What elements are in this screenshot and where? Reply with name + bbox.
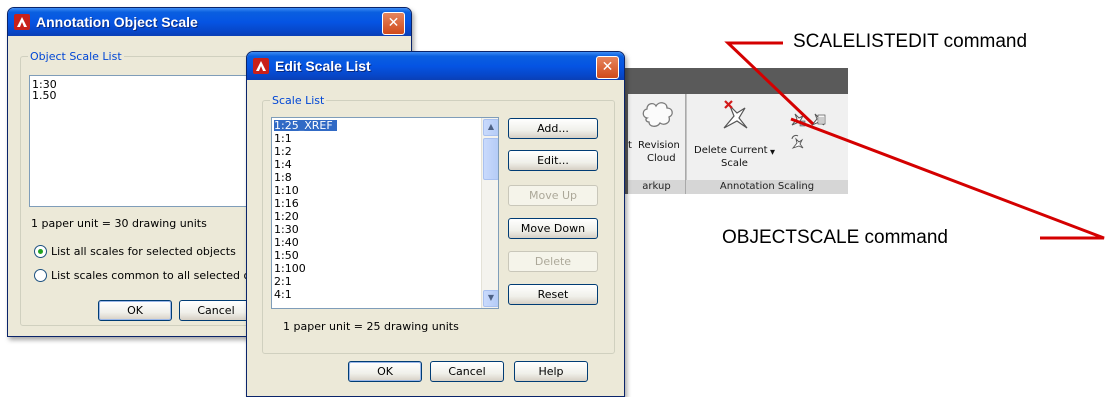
annotation-ok-button[interactable]: OK	[98, 300, 172, 321]
list-item[interactable]: 1:100	[274, 263, 306, 274]
objectscale-callout-label: OBJECTSCALE command	[722, 227, 948, 248]
list-item[interactable]: 1:50	[274, 250, 299, 261]
add-scale-button[interactable]: Add...	[508, 118, 598, 139]
scale-list-label: Scale List	[270, 94, 327, 107]
ribbon-face: t Revision Cloud arkup Delete Current ▾ …	[628, 94, 848, 194]
sync-scale-icon[interactable]	[790, 134, 806, 150]
delete-scale-icon[interactable]	[720, 98, 750, 132]
annotation-cancel-button[interactable]: Cancel	[179, 300, 253, 321]
list-all-scales-radio[interactable]	[34, 245, 47, 258]
autocad-app-icon	[253, 58, 269, 74]
list-item[interactable]: 1:4	[274, 159, 292, 170]
list-common-scales-radio[interactable]	[34, 269, 47, 282]
revision-cloud-label-1[interactable]: Revision	[638, 140, 680, 151]
edit-dialog-close-button[interactable]: ✕	[596, 56, 619, 79]
edit-scale-button[interactable]: Edit...	[508, 150, 598, 171]
list-all-scales-label[interactable]: List all scales for selected objects	[51, 245, 236, 258]
delete-scale-label-2[interactable]: Scale	[721, 158, 748, 169]
delete-scale-label-1[interactable]: Delete Current	[694, 145, 768, 156]
list-item[interactable]: 1.50	[32, 90, 57, 101]
objectscale-icon[interactable]	[790, 111, 806, 127]
list-item[interactable]: 1:16	[274, 198, 299, 209]
reset-button[interactable]: Reset	[508, 284, 598, 305]
edit-dialog-titlebar[interactable]: Edit Scale List ✕	[247, 52, 624, 80]
ribbon-separator	[686, 94, 687, 194]
scale-listbox[interactable]: 1:25_XREF 1:1 1:2 1:4 1:8 1:10 1:16 1:20…	[271, 117, 499, 309]
object-scale-listbox[interactable]: 1:30 1.50	[29, 75, 261, 207]
list-item[interactable]: 1:2	[274, 146, 292, 157]
edit-cancel-button[interactable]: Cancel	[430, 361, 504, 382]
list-item[interactable]: 1:10	[274, 185, 299, 196]
scalelistedit-callout-label: SCALELISTEDIT command	[793, 31, 1028, 52]
edit-unit-info: 1 paper unit = 25 drawing units	[283, 320, 459, 333]
edit-help-button[interactable]: Help	[514, 361, 588, 382]
move-up-button[interactable]: Move Up	[508, 185, 598, 206]
list-item[interactable]: 1:30	[274, 224, 299, 235]
delete-scale-button[interactable]: Delete	[508, 251, 598, 272]
edit-scale-list-dialog: Edit Scale List ✕ Scale List 1:25_XREF 1…	[246, 51, 625, 397]
annotation-unit-info: 1 paper unit = 30 drawing units	[31, 217, 207, 230]
revision-cloud-icon[interactable]	[641, 100, 675, 130]
list-item[interactable]: 1:1	[274, 133, 292, 144]
list-item[interactable]: 1:8	[274, 172, 292, 183]
annotation-dialog-close-button[interactable]: ✕	[382, 12, 405, 35]
list-item[interactable]: 4:1	[274, 289, 292, 300]
annotation-dialog-titlebar[interactable]: Annotation Object Scale ✕	[8, 8, 411, 36]
annotation-scaling-panel-title: Annotation Scaling	[686, 180, 848, 194]
list-item[interactable]: 2:1	[274, 276, 292, 287]
ribbon-panel: t Revision Cloud arkup Delete Current ▾ …	[623, 68, 848, 194]
revision-cloud-label-2[interactable]: Cloud	[647, 153, 676, 164]
delete-scale-dropdown-icon[interactable]: ▾	[770, 147, 775, 158]
autocad-app-icon	[14, 14, 30, 30]
edit-ok-button[interactable]: OK	[348, 361, 422, 382]
scalelistedit-icon[interactable]	[810, 111, 826, 127]
list-item[interactable]: 1:40	[274, 237, 299, 248]
close-icon: ✕	[387, 15, 400, 31]
scroll-up-button[interactable]: ▲	[483, 119, 498, 136]
annotation-dialog-title: Annotation Object Scale	[36, 14, 198, 30]
scale-list-scrollbar[interactable]: ▲ ▼	[481, 118, 498, 308]
edit-dialog-client: Scale List 1:25_XREF 1:1 1:2 1:4 1:8 1:1…	[250, 80, 621, 393]
list-item[interactable]: 1:20	[274, 211, 299, 222]
scroll-down-button[interactable]: ▼	[483, 290, 498, 307]
list-item-selected[interactable]: 1:25_XREF	[273, 119, 338, 132]
list-common-scales-label[interactable]: List scales common to all selected ol	[51, 269, 253, 282]
markup-panel-title: arkup	[628, 180, 685, 194]
scroll-thumb[interactable]	[483, 138, 498, 180]
close-icon: ✕	[601, 59, 614, 75]
ribbon-partial-label: t	[628, 140, 632, 151]
edit-dialog-title: Edit Scale List	[275, 58, 371, 74]
object-scale-list-label: Object Scale List	[28, 50, 124, 63]
move-down-button[interactable]: Move Down	[508, 218, 598, 239]
